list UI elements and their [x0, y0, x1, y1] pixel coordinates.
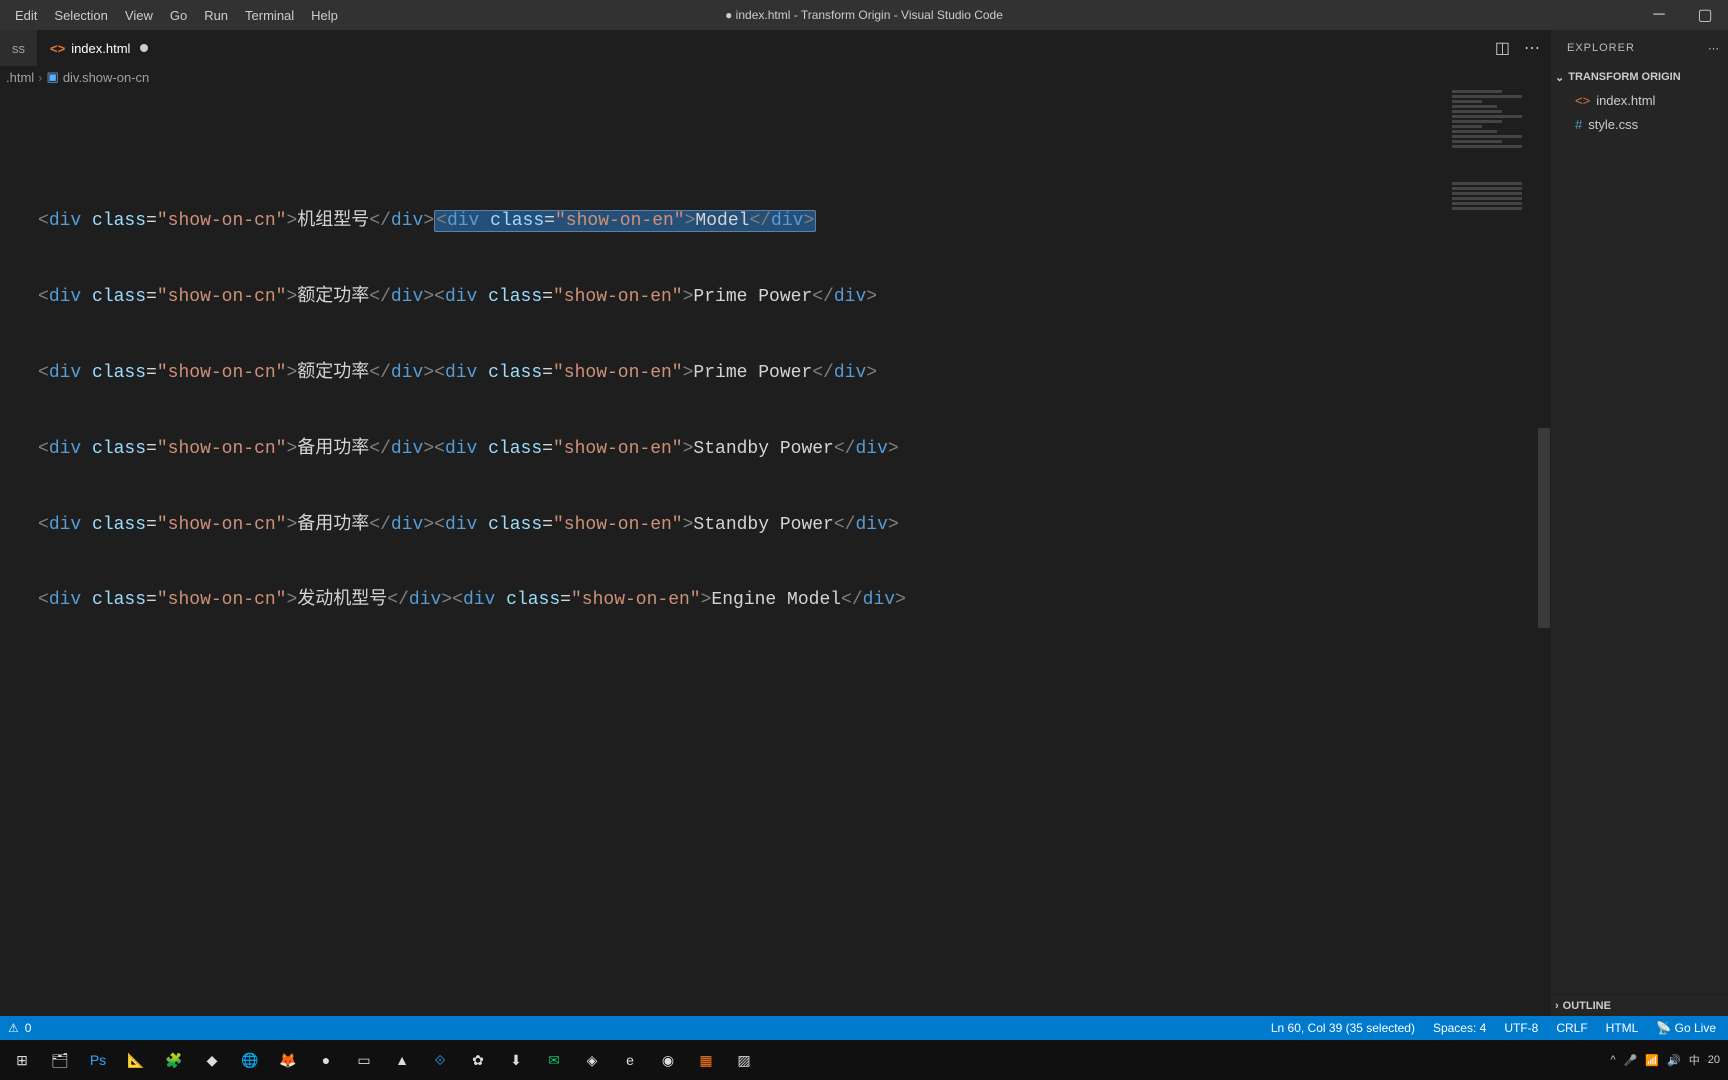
file-label: index.html: [1596, 93, 1655, 108]
scrollbar-thumb[interactable]: [1538, 428, 1550, 628]
breadcrumb-symbol[interactable]: div.show-on-cn: [63, 70, 149, 85]
app-icon[interactable]: ▨: [730, 1046, 758, 1074]
browser-icon[interactable]: 🌐: [236, 1046, 264, 1074]
eol[interactable]: CRLF: [1556, 1021, 1587, 1035]
volume-icon[interactable]: 🔊: [1667, 1054, 1681, 1067]
outline-label: OUTLINE: [1563, 1000, 1611, 1012]
app-icon[interactable]: ✿: [464, 1046, 492, 1074]
explorer-sidebar: EXPLORER ⋯ ⌄ TRANSFORM ORIGIN <> index.h…: [1550, 30, 1728, 1016]
app-icon[interactable]: ●: [312, 1046, 340, 1074]
cursor-position[interactable]: Ln 60, Col 39 (35 selected): [1271, 1021, 1415, 1035]
tab-ss[interactable]: ss: [0, 30, 38, 66]
menu-run[interactable]: Run: [197, 0, 235, 30]
chevron-down-icon: ⌄: [1555, 71, 1564, 84]
network-icon[interactable]: 📶: [1645, 1054, 1659, 1067]
tab-label: index.html: [71, 41, 130, 56]
xampp-icon[interactable]: ▦: [692, 1046, 720, 1074]
outline-header[interactable]: › OUTLINE: [1551, 994, 1728, 1016]
breadcrumbs[interactable]: .html › ▣ div.show-on-cn: [0, 66, 1550, 88]
chevron-right-icon: ›: [1555, 1000, 1559, 1012]
mic-icon[interactable]: 🎤: [1624, 1054, 1638, 1067]
file-style-css[interactable]: # style.css: [1551, 112, 1728, 136]
file-index-html[interactable]: <> index.html: [1551, 88, 1728, 112]
indentation[interactable]: Spaces: 4: [1433, 1021, 1486, 1035]
menu-help[interactable]: Help: [304, 0, 345, 30]
menu-view[interactable]: View: [118, 0, 160, 30]
go-live-label: Go Live: [1675, 1021, 1716, 1035]
file-label: style.css: [1588, 117, 1638, 132]
menu-terminal[interactable]: Terminal: [238, 0, 301, 30]
menu-go[interactable]: Go: [163, 0, 194, 30]
window-title: ● index.html - Transform Origin - Visual…: [725, 8, 1003, 22]
broadcast-icon: 📡: [1656, 1021, 1671, 1035]
title-bar: Edit Selection View Go Run Terminal Help…: [0, 0, 1728, 30]
code-line[interactable]: <div class="show-on-cn">机组型号</div><div c…: [38, 208, 1550, 236]
app-icon[interactable]: 📐: [122, 1046, 150, 1074]
encoding[interactable]: UTF-8: [1504, 1021, 1538, 1035]
html-file-icon: <>: [1575, 93, 1590, 108]
menu-bar: Edit Selection View Go Run Terminal Help: [0, 0, 345, 30]
app-icon[interactable]: ◈: [578, 1046, 606, 1074]
status-bar: ⚠ 0 Ln 60, Col 39 (35 selected) Spaces: …: [0, 1016, 1728, 1040]
tab-label: ss: [12, 41, 25, 56]
code-line[interactable]: <div class="show-on-cn">备用功率</div><div c…: [38, 436, 1550, 464]
windows-taskbar: ⊞ 🗂 Ps 📐 🧩 ◆ 🌐 🦊 ● ▭ ▲ ⟐ ✿ ⬇ ✉ ◈ e ◉ ▦ ▨…: [0, 1040, 1728, 1080]
app-icon[interactable]: ▲: [388, 1046, 416, 1074]
language-mode[interactable]: HTML: [1606, 1021, 1639, 1035]
explorer-title-label: EXPLORER: [1567, 42, 1635, 54]
window-controls: ─ ▢: [1636, 0, 1728, 30]
chevron-right-icon: ›: [38, 70, 42, 85]
code-line[interactable]: <div class="show-on-cn">额定功率</div><div c…: [38, 284, 1550, 312]
tray-chevron-icon[interactable]: ^: [1610, 1054, 1615, 1066]
clock[interactable]: 20: [1708, 1054, 1720, 1066]
vscode-icon[interactable]: ⟐: [426, 1046, 454, 1074]
edge-icon[interactable]: e: [616, 1046, 644, 1074]
css-file-icon: #: [1575, 117, 1582, 132]
more-actions-icon[interactable]: ⋯: [1524, 38, 1540, 58]
symbol-icon: ▣: [47, 69, 59, 85]
start-button[interactable]: ⊞: [8, 1046, 36, 1074]
minimize-button[interactable]: ─: [1636, 0, 1682, 30]
wechat-icon[interactable]: ✉: [540, 1046, 568, 1074]
code-line[interactable]: <div class="show-on-cn">发动机型号</div><div …: [38, 587, 1550, 615]
modified-indicator-icon: [140, 44, 148, 52]
html-file-icon: <>: [50, 41, 65, 56]
app-icon[interactable]: ◆: [198, 1046, 226, 1074]
system-tray[interactable]: ^ 🎤 📶 🔊 中 20: [1610, 1052, 1728, 1068]
project-header[interactable]: ⌄ TRANSFORM ORIGIN: [1551, 66, 1728, 88]
explorer-title: EXPLORER ⋯: [1551, 30, 1728, 66]
more-icon[interactable]: ⋯: [1708, 42, 1720, 55]
project-name: TRANSFORM ORIGIN: [1568, 71, 1680, 83]
code-editor[interactable]: <div class="show-on-cn">机组型号</div><div c…: [0, 88, 1550, 1016]
breadcrumb-file[interactable]: .html: [6, 70, 34, 85]
chrome-icon[interactable]: ◉: [654, 1046, 682, 1074]
maximize-button[interactable]: ▢: [1682, 0, 1728, 30]
split-editor-icon[interactable]: ◫: [1495, 38, 1510, 58]
warning-icon[interactable]: ⚠: [8, 1021, 19, 1035]
app-icon[interactable]: 🧩: [160, 1046, 188, 1074]
photoshop-icon[interactable]: Ps: [84, 1046, 112, 1074]
go-live-button[interactable]: 📡 Go Live: [1656, 1021, 1716, 1035]
app-icon[interactable]: ⬇: [502, 1046, 530, 1074]
ime-indicator[interactable]: 中: [1689, 1052, 1700, 1068]
file-explorer-icon[interactable]: 🗂: [46, 1046, 74, 1074]
code-line[interactable]: <div class="show-on-cn">额定功率</div><div c…: [38, 360, 1550, 388]
app-icon[interactable]: ▭: [350, 1046, 378, 1074]
menu-edit[interactable]: Edit: [8, 0, 44, 30]
menu-selection[interactable]: Selection: [47, 0, 114, 30]
tab-index-html[interactable]: <> index.html: [38, 30, 161, 66]
problems-count[interactable]: 0: [25, 1021, 32, 1035]
tab-actions: ◫ ⋯: [1495, 30, 1550, 66]
code-line[interactable]: <div class="show-on-cn">备用功率</div><div c…: [38, 512, 1550, 540]
firefox-icon[interactable]: 🦊: [274, 1046, 302, 1074]
